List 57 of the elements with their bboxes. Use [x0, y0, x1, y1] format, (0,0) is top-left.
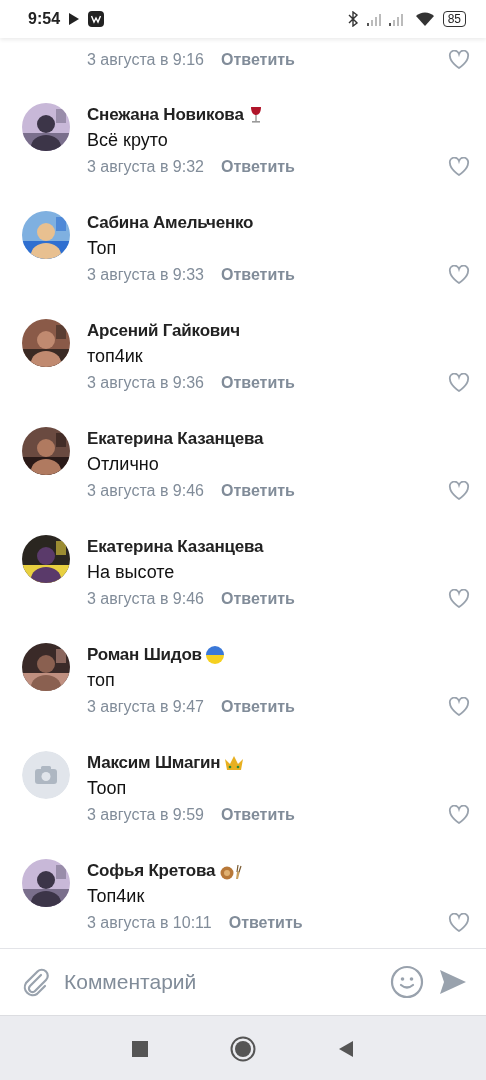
status-time: 9:54 — [28, 10, 61, 28]
heart-icon[interactable] — [448, 697, 470, 717]
flag-icon — [204, 645, 225, 665]
comment-date: 3 августа в 9:36 — [87, 374, 204, 392]
author-name[interactable]: Екатерина Казанцева — [87, 429, 264, 449]
author-name[interactable]: Екатерина Казанцева — [87, 537, 264, 557]
app-icon — [88, 11, 105, 27]
comment-text: Всё круто — [87, 129, 169, 152]
comment-date: 3 августа в 10:11 — [87, 914, 212, 932]
reply-link[interactable]: Ответить — [221, 590, 295, 608]
comment-text: Отлично — [87, 453, 160, 476]
author-name[interactable]: Роман Шидов — [87, 645, 202, 665]
reply-link[interactable]: Ответить — [221, 158, 295, 176]
comment-date: 3 августа в 9:47 — [87, 698, 204, 716]
heart-icon[interactable] — [448, 373, 470, 393]
heart-icon[interactable] — [448, 913, 470, 933]
comment-text: Топ — [87, 237, 118, 260]
comment-text: На высоте — [87, 561, 176, 584]
comment-text: Тооп — [87, 777, 128, 800]
home-button[interactable] — [230, 1035, 256, 1062]
comment-input[interactable]: Комментарий — [64, 970, 376, 994]
comment-date: 3 августа в 9:46 — [87, 482, 204, 500]
comment-text: топ4ик — [87, 345, 144, 368]
heart-icon[interactable] — [448, 49, 470, 70]
author-name[interactable]: Снежана Новикова — [87, 105, 244, 125]
reply-link[interactable]: Ответить — [228, 914, 303, 932]
author-name[interactable]: Софья Кретова — [87, 861, 216, 881]
send-icon[interactable] — [438, 968, 468, 996]
comment-date: 3 августа в 9:46 — [87, 590, 204, 608]
comment-text: Топ4ик — [87, 885, 146, 908]
author-name[interactable]: Максим Шмагин — [87, 753, 221, 773]
comment-date: 3 августа в 9:32 — [87, 158, 204, 176]
avatar-placeholder — [22, 751, 70, 799]
recents-button[interactable] — [132, 1040, 148, 1057]
reply-link[interactable]: Ответить — [221, 482, 295, 500]
reply-link[interactable]: Ответить — [221, 698, 295, 716]
reply-link[interactable]: Ответить — [221, 266, 295, 284]
heart-icon[interactable] — [448, 265, 470, 285]
comment-text: топ — [87, 669, 116, 692]
play-icon — [68, 12, 81, 26]
reply-link[interactable]: Ответить — [221, 374, 295, 392]
comment-date: 3 августа в 9:59 — [87, 806, 204, 824]
heart-icon[interactable] — [448, 805, 470, 825]
paperclip-icon[interactable] — [22, 967, 50, 997]
heart-icon[interactable] — [448, 481, 470, 501]
reply-link[interactable]: Ответить — [221, 806, 295, 824]
comment-date: 3 августа в 9:16 — [87, 50, 204, 69]
author-name[interactable]: Сабина Амельченко — [87, 213, 254, 233]
bluetooth-icon — [346, 11, 359, 27]
heart-icon[interactable] — [448, 157, 470, 177]
reply-link[interactable]: Ответить — [221, 50, 295, 69]
battery-level: 85 — [442, 11, 466, 27]
back-button[interactable] — [338, 1039, 354, 1058]
heart-icon[interactable] — [448, 589, 470, 609]
smiley-icon[interactable] — [390, 965, 424, 999]
comment-date: 3 августа в 9:33 — [87, 266, 204, 284]
author-name[interactable]: Арсений Гайкович — [87, 321, 241, 341]
